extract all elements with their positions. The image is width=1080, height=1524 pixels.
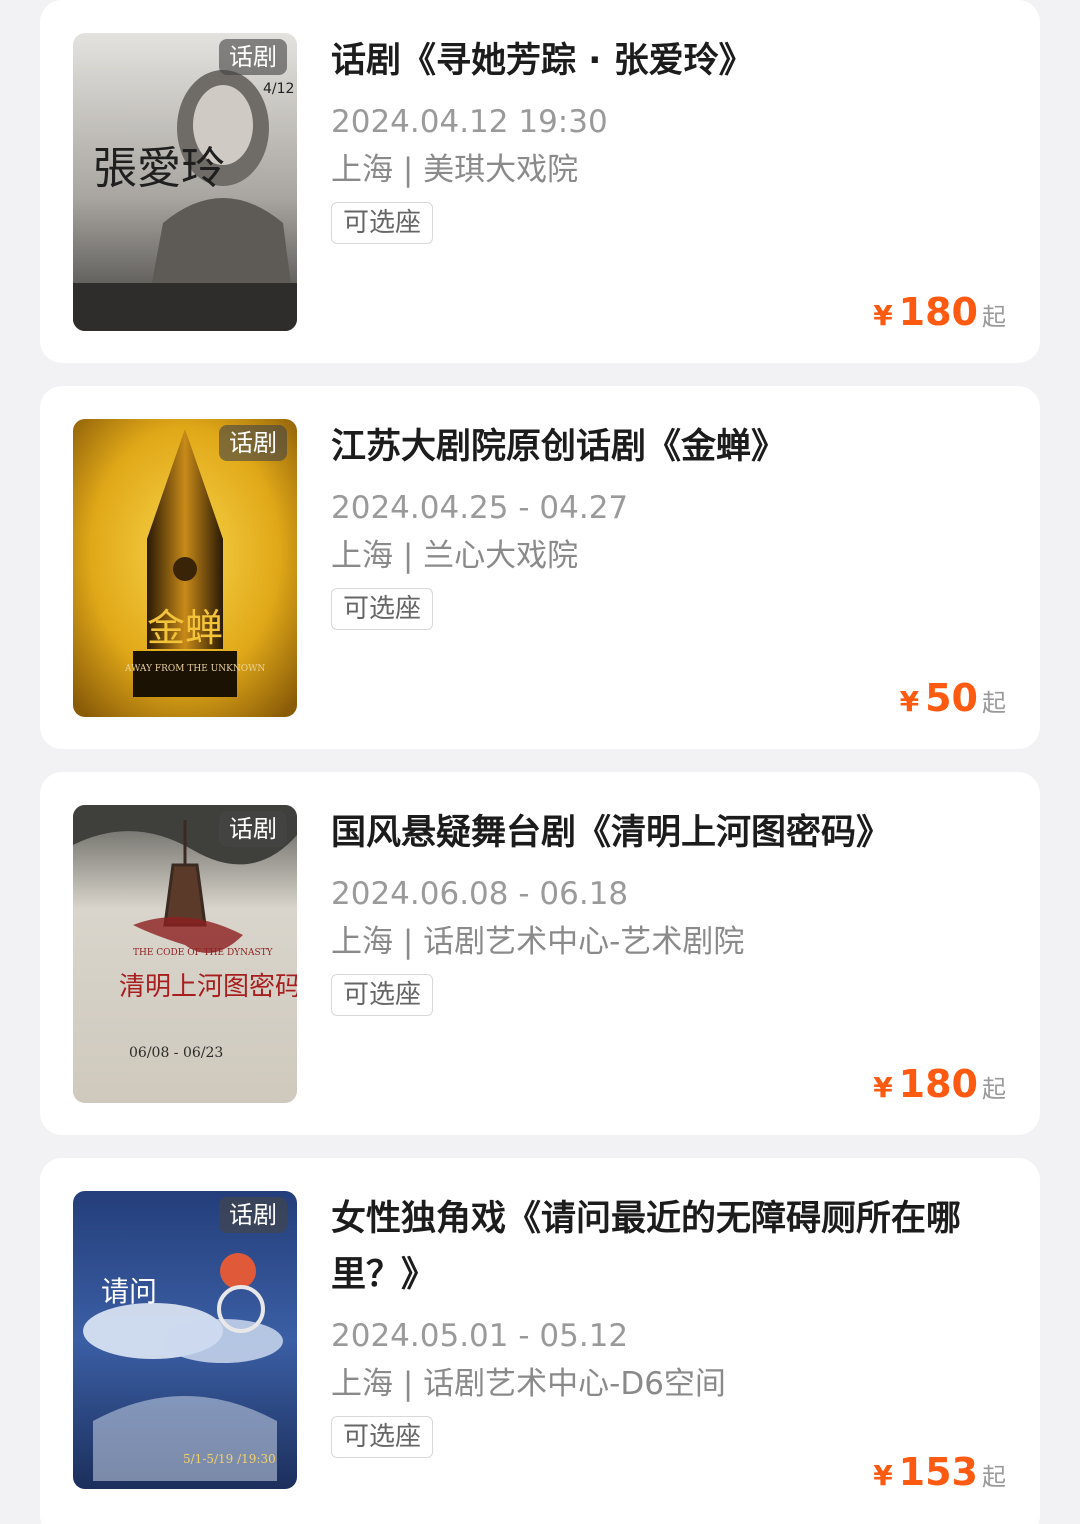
seat-selectable-badge: 可选座 [331,1416,434,1458]
currency-symbol: ¥ [873,1459,893,1492]
event-date: 2024.04.12 19:30 [331,104,608,140]
poster-title: 清明上河图密码 [119,972,297,1002]
currency-symbol: ¥ [873,1071,893,1104]
event-venue: 上海 | 话剧艺术中心-D6空间 [331,1366,726,1402]
event-title[interactable]: 国风悬疑舞台剧《清明上河图密码》 [331,805,1011,861]
event-card[interactable]: 張愛玲 4/12 话剧 话剧《寻她芳踪 · 张爱玲》 2024.04.12 19… [40,0,1040,363]
poster-subtitle: AWAY FROM THE UNKNOWN [124,664,265,674]
event-card[interactable]: 金蝉 AWAY FROM THE UNKNOWN 话剧 江苏大剧院原创话剧《金蝉… [40,386,1040,749]
poster-title: 張愛玲 [93,143,225,194]
poster-date: 06/08 - 06/23 [129,1045,223,1061]
poster-date: 5/1-5/19 /19:30 [183,1452,276,1466]
event-title[interactable]: 女性独角戏《请问最近的无障碍厕所在哪里？》 [331,1191,1011,1303]
price-suffix: 起 [982,303,1006,331]
category-tag: 话剧 [219,39,287,75]
event-poster[interactable]: 金蝉 AWAY FROM THE UNKNOWN 话剧 [73,419,297,717]
seat-selectable-badge: 可选座 [331,974,434,1016]
event-venue: 上海 | 美琪大戏院 [331,152,579,188]
event-date: 2024.04.25 - 04.27 [331,490,629,526]
currency-symbol: ¥ [899,685,920,718]
price-value: 153 [898,1450,978,1494]
price-value: 180 [898,1062,978,1106]
currency-symbol: ¥ [873,299,893,332]
event-price: ¥153 起 [873,1450,1006,1494]
seat-selectable-badge: 可选座 [331,202,434,244]
price-suffix: 起 [982,1075,1006,1103]
event-poster[interactable]: 張愛玲 4/12 话剧 [73,33,297,331]
event-price: ¥50 起 [900,676,1006,720]
poster-title: 请问 [101,1275,157,1308]
event-card[interactable]: 请问 5/1-5/19 /19:30 话剧 女性独角戏《请问最近的无障碍厕所在哪… [40,1158,1040,1524]
event-price: ¥180 起 [873,290,1006,334]
event-venue: 上海 | 兰心大戏院 [331,538,579,574]
price-value: 180 [898,290,978,334]
poster-date: 4/12 [263,81,294,97]
category-tag: 话剧 [219,1197,287,1233]
poster-image: 清明上河图密码 THE CODE OF THE DYNASTY 06/08 - … [73,805,297,1103]
event-venue: 上海 | 话剧艺术中心-艺术剧院 [331,924,745,960]
category-tag: 话剧 [219,425,287,461]
poster-image: 金蝉 AWAY FROM THE UNKNOWN [73,419,297,717]
event-poster[interactable]: 清明上河图密码 THE CODE OF THE DYNASTY 06/08 - … [73,805,297,1103]
poster-image: 張愛玲 4/12 [73,33,297,331]
price-suffix: 起 [982,1463,1006,1491]
event-title[interactable]: 话剧《寻她芳踪 · 张爱玲》 [331,33,1011,89]
event-title[interactable]: 江苏大剧院原创话剧《金蝉》 [331,419,1011,475]
poster-image: 请问 5/1-5/19 /19:30 [73,1191,297,1489]
event-date: 2024.06.08 - 06.18 [331,876,629,912]
event-price: ¥180 起 [873,1062,1006,1106]
price-suffix: 起 [982,689,1006,717]
price-value: 50 [925,676,978,720]
category-tag: 话剧 [219,811,287,847]
poster-title: 金蝉 [147,606,223,650]
poster-subtitle: THE CODE OF THE DYNASTY [133,948,274,958]
seat-selectable-badge: 可选座 [331,588,434,630]
event-date: 2024.05.01 - 05.12 [331,1318,629,1354]
event-poster[interactable]: 请问 5/1-5/19 /19:30 话剧 [73,1191,297,1489]
event-card[interactable]: 清明上河图密码 THE CODE OF THE DYNASTY 06/08 - … [40,772,1040,1135]
event-list: 張愛玲 4/12 话剧 话剧《寻她芳踪 · 张爱玲》 2024.04.12 19… [0,0,1080,1524]
